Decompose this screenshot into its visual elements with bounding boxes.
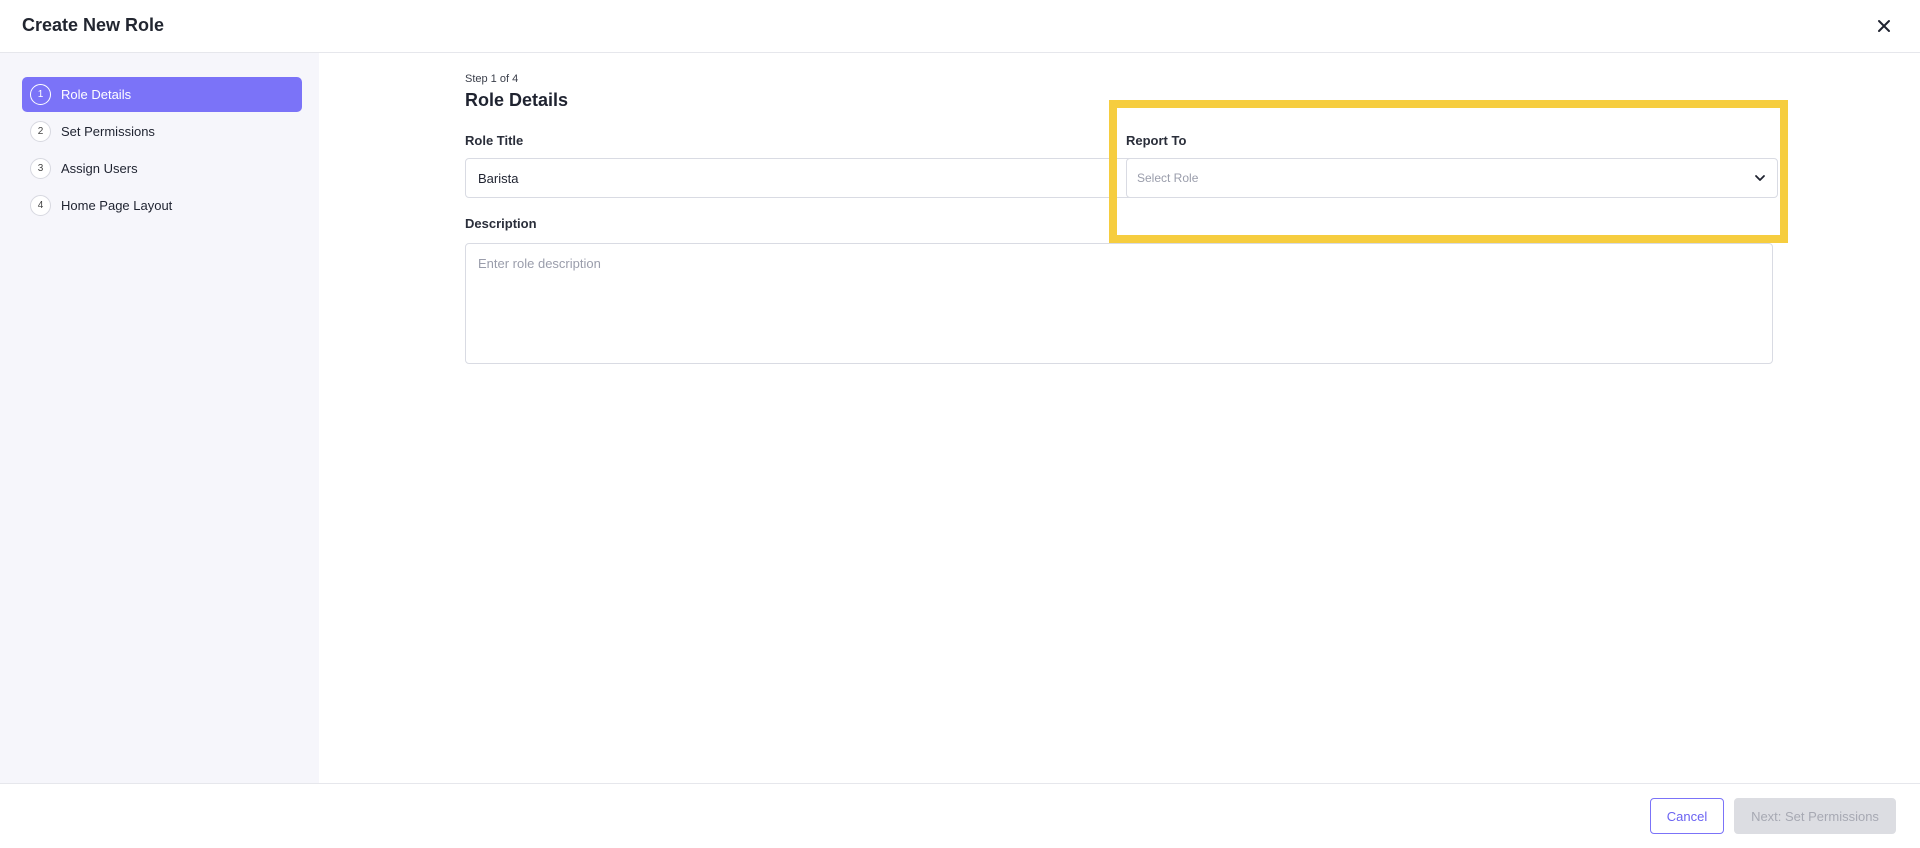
sidebar-step-set-permissions[interactable]: 2 Set Permissions <box>22 114 302 149</box>
steps-sidebar: 1 Role Details 2 Set Permissions 3 Assig… <box>0 53 319 783</box>
step-label: Assign Users <box>61 161 138 176</box>
create-role-dialog: Create New Role 1 Role Details 2 Set Per… <box>0 0 1920 848</box>
dialog-title: Create New Role <box>22 15 165 35</box>
step-label: Home Page Layout <box>61 198 173 213</box>
step-number-badge: 3 <box>30 158 51 179</box>
report-to-label: Report To <box>1126 133 1187 148</box>
step-label: Role Details <box>61 87 132 102</box>
description-label: Description <box>465 216 537 231</box>
close-button[interactable] <box>1872 14 1896 38</box>
step-number-badge: 1 <box>30 84 51 105</box>
role-title-input[interactable] <box>465 158 1135 198</box>
sidebar-step-home-page-layout[interactable]: 4 Home Page Layout <box>22 188 302 223</box>
report-to-placeholder: Select Role <box>1137 171 1199 185</box>
report-to-select[interactable]: Select Role <box>1126 158 1778 198</box>
dialog-header: Create New Role <box>0 0 1920 53</box>
sidebar-step-role-details[interactable]: 1 Role Details <box>22 77 302 112</box>
next-set-permissions-button[interactable]: Next: Set Permissions <box>1734 798 1896 834</box>
main-content: Step 1 of 4 Role Details Role Title Repo… <box>319 53 1920 783</box>
step-counter: Step 1 of 4 <box>465 73 519 85</box>
step-label: Set Permissions <box>61 124 155 139</box>
step-number-badge: 2 <box>30 121 51 142</box>
dialog-footer: Cancel Next: Set Permissions <box>0 783 1920 848</box>
sidebar-step-assign-users[interactable]: 3 Assign Users <box>22 151 302 186</box>
role-title-label: Role Title <box>465 133 524 148</box>
cancel-button[interactable]: Cancel <box>1650 798 1724 834</box>
close-icon <box>1878 20 1890 32</box>
description-textarea[interactable] <box>465 243 1773 364</box>
section-title: Role Details <box>465 90 569 110</box>
chevron-down-icon <box>1755 175 1765 181</box>
step-number-badge: 4 <box>30 195 51 216</box>
